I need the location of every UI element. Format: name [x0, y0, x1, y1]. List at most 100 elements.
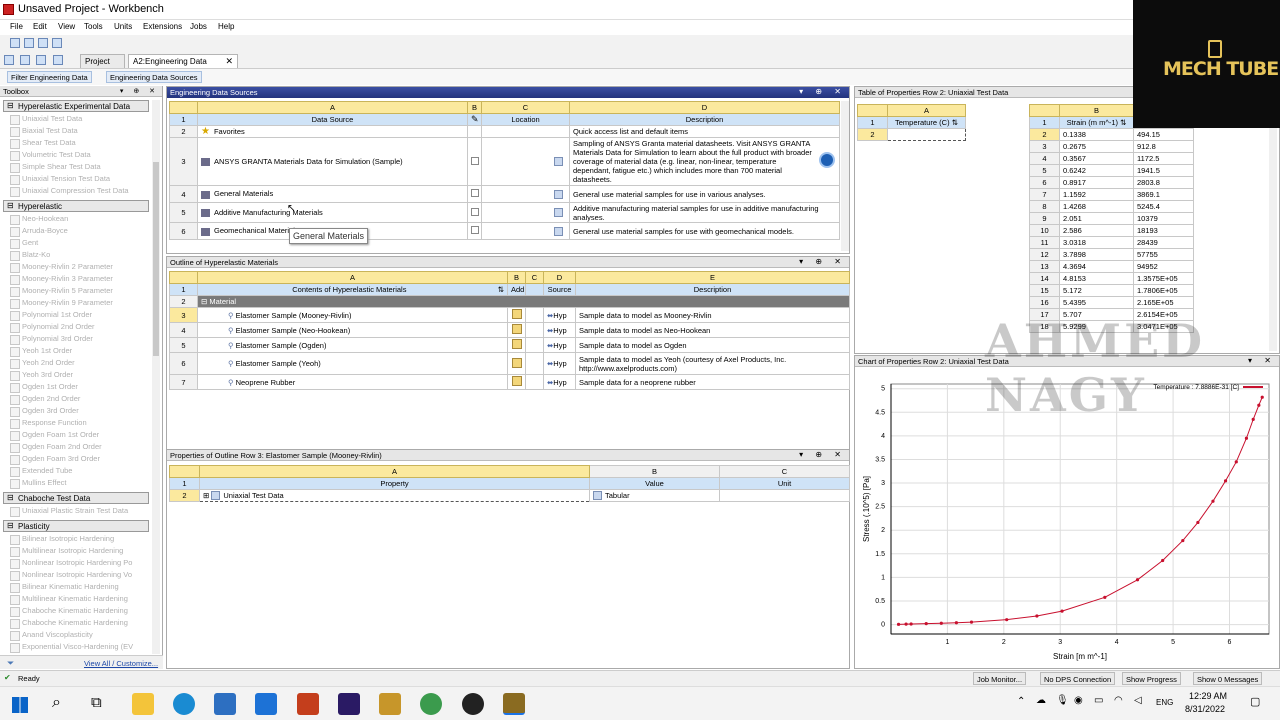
location-cell[interactable] [481, 222, 570, 240]
table-row[interactable]: 2 0.1338 494.15 [1029, 128, 1194, 141]
strain-value-cell[interactable]: 3.0318 [1059, 236, 1134, 249]
toolbox-item[interactable]: Uniaxial Test Data [10, 114, 82, 126]
toolbox-item[interactable]: Biaxial Test Data [10, 126, 78, 138]
menu-jobs[interactable]: Jobs [190, 22, 207, 31]
add-material-icon[interactable] [511, 376, 522, 386]
material-name-cell[interactable]: ⚲ Elastomer Sample (Mooney-Rivlin) [197, 307, 508, 323]
col-header-b[interactable]: B [1059, 104, 1134, 117]
col-header-b[interactable]: B [507, 271, 526, 284]
toolbox-item[interactable]: Uniaxial Tension Test Data [10, 174, 110, 186]
source-name-cell[interactable]: ANSYS GRANTA Materials Data for Simulati… [197, 137, 468, 186]
engineering-data-sources-button[interactable]: Engineering Data Sources [106, 71, 202, 83]
menu-tools[interactable]: Tools [84, 22, 103, 31]
stress-value-cell[interactable]: 1941.5 [1133, 164, 1194, 177]
col-header-a[interactable]: A [887, 104, 966, 117]
add-cell[interactable] [507, 374, 526, 390]
strain-value-cell[interactable]: 0.6242 [1059, 164, 1134, 177]
col-header-b[interactable]: B [589, 465, 720, 478]
toolbox-group-header[interactable]: Hyperelastic [3, 200, 149, 212]
panel-controls-icon[interactable]: ▾ ⊕ ✕ [120, 87, 159, 95]
new-icon[interactable] [4, 55, 14, 65]
add-material-icon[interactable] [511, 309, 522, 319]
panel-controls-icon[interactable]: ▾ ⊕ ✕ [799, 257, 846, 266]
sort-icon[interactable]: ⇅ [952, 118, 958, 127]
stress-value-cell[interactable]: 1172.5 [1133, 152, 1194, 165]
stress-value-cell[interactable]: 28439 [1133, 236, 1194, 249]
save-icon[interactable] [36, 55, 46, 65]
section-row[interactable]: 2 ⊟ Material [169, 295, 850, 308]
menu-units[interactable]: Units [114, 22, 132, 31]
edge-icon[interactable] [173, 693, 195, 715]
table-row[interactable]: 6 Geomechanical Materials General use ma… [169, 222, 840, 240]
toolbox-group-header[interactable]: Hyperelastic Experimental Data [3, 100, 149, 112]
sources-scrollbar[interactable] [841, 101, 849, 251]
reconnect-icon[interactable] [24, 38, 34, 48]
toolbox-item[interactable]: Exponential Visco-Hardening (EV [10, 642, 133, 654]
favorite-checkbox[interactable] [471, 189, 479, 197]
strain-value-cell[interactable]: 2.051 [1059, 212, 1134, 225]
chrome-icon[interactable] [420, 693, 442, 715]
favorite-checkbox-cell[interactable] [467, 137, 482, 186]
menu-extensions[interactable]: Extensions [143, 22, 182, 31]
stress-value-cell[interactable]: 18193 [1133, 224, 1194, 237]
temperature-input-cell[interactable] [887, 128, 966, 141]
library-location-icon[interactable] [554, 157, 563, 167]
toolbox-item[interactable]: Simple Shear Test Data [10, 162, 101, 174]
add-cell[interactable] [507, 307, 526, 323]
table-row[interactable]: 10 2.586 18193 [1029, 224, 1194, 237]
toolbox-item[interactable]: Uniaxial Compression Test Data [10, 186, 129, 198]
toolbox-item[interactable]: Polynomial 2nd Order [10, 322, 95, 334]
premiere-icon[interactable] [338, 693, 360, 715]
toolbox-item[interactable]: Mooney-Rivlin 9 Parameter [10, 298, 113, 310]
stress-value-cell[interactable]: 3869.1 [1133, 188, 1194, 201]
workbench-icon[interactable] [503, 693, 525, 715]
toolbox-item[interactable]: Shear Test Data [10, 138, 76, 150]
toolbox-item[interactable]: Nonlinear Isotropic Hardening Vo [10, 570, 132, 582]
library-location-icon[interactable] [554, 226, 563, 236]
favorite-checkbox[interactable] [471, 156, 479, 165]
table-row[interactable]: 11 3.0318 28439 [1029, 236, 1194, 249]
col-header-c[interactable]: C [481, 101, 570, 114]
toolbox-item[interactable]: Neo-Hookean [10, 214, 68, 226]
table-row[interactable]: 16 5.4395 2.165E+05 [1029, 296, 1194, 309]
source-name-cell[interactable]: General Materials [197, 185, 468, 203]
table-row[interactable]: 7 1.1592 3869.1 [1029, 188, 1194, 201]
property-value-cell[interactable]: Tabular [589, 489, 720, 502]
clock-time[interactable]: 12:29 AM [1189, 691, 1227, 701]
show-progress-button[interactable]: Show Progress [1122, 672, 1181, 685]
table-row[interactable]: 3 ⚲ Elastomer Sample (Mooney-Rivlin) ⬌Hy… [169, 307, 850, 323]
toolbox-item[interactable]: Yeoh 1st Order [10, 346, 72, 358]
favorite-checkbox[interactable] [471, 226, 479, 234]
powerpoint-icon[interactable] [297, 693, 319, 715]
col-header-a[interactable]: A [197, 101, 468, 114]
toolbox-item[interactable]: Mooney-Rivlin 3 Parameter [10, 274, 113, 286]
windows-start-icon[interactable] [12, 697, 28, 713]
strain-value-cell[interactable]: 0.1338 [1059, 128, 1134, 141]
table-row[interactable]: 4 0.3567 1172.5 [1029, 152, 1194, 165]
import-icon[interactable] [10, 38, 20, 48]
strain-value-cell[interactable]: 3.7898 [1059, 248, 1134, 261]
add-material-icon[interactable] [511, 324, 522, 334]
toolbox-item[interactable]: Ogden 3rd Order [10, 406, 79, 418]
tray-chevron-icon[interactable]: ⌃ [1017, 696, 1025, 707]
toolbox-scroll-thumb[interactable] [153, 162, 159, 356]
toolbox-item[interactable]: Blatz-Ko [10, 250, 50, 262]
toolbox-item[interactable]: Ogden Foam 3rd Order [10, 454, 100, 466]
library-location-icon[interactable] [554, 189, 563, 199]
table-row[interactable]: 5 0.6242 1941.5 [1029, 164, 1194, 177]
menu-view[interactable]: View [58, 22, 75, 31]
favorite-checkbox-cell[interactable] [467, 202, 482, 223]
col-header-d[interactable]: D [569, 101, 840, 114]
strain-value-cell[interactable]: 4.8153 [1059, 272, 1134, 285]
toolbox-item[interactable]: Ogden 2nd Order [10, 394, 80, 406]
add-material-icon[interactable] [511, 339, 522, 349]
table-row[interactable]: 2 ⊞ Uniaxial Test Data Tabular [169, 489, 850, 502]
toolbox-item[interactable]: Polynomial 3rd Order [10, 334, 93, 346]
table-row[interactable]: 2 ★ Favorites Quick access list and defau… [169, 125, 840, 138]
table-row[interactable]: 4 General Materials General use material… [169, 185, 840, 203]
toolbox-item[interactable]: Uniaxial Plastic Strain Test Data [10, 506, 128, 518]
table-row[interactable]: 5 ⚲ Elastomer Sample (Ogden) ⬌Hyp Sample… [169, 337, 850, 353]
store-icon[interactable] [214, 693, 236, 715]
stress-value-cell[interactable]: 2803.8 [1133, 176, 1194, 189]
strain-value-cell[interactable]: 1.1592 [1059, 188, 1134, 201]
